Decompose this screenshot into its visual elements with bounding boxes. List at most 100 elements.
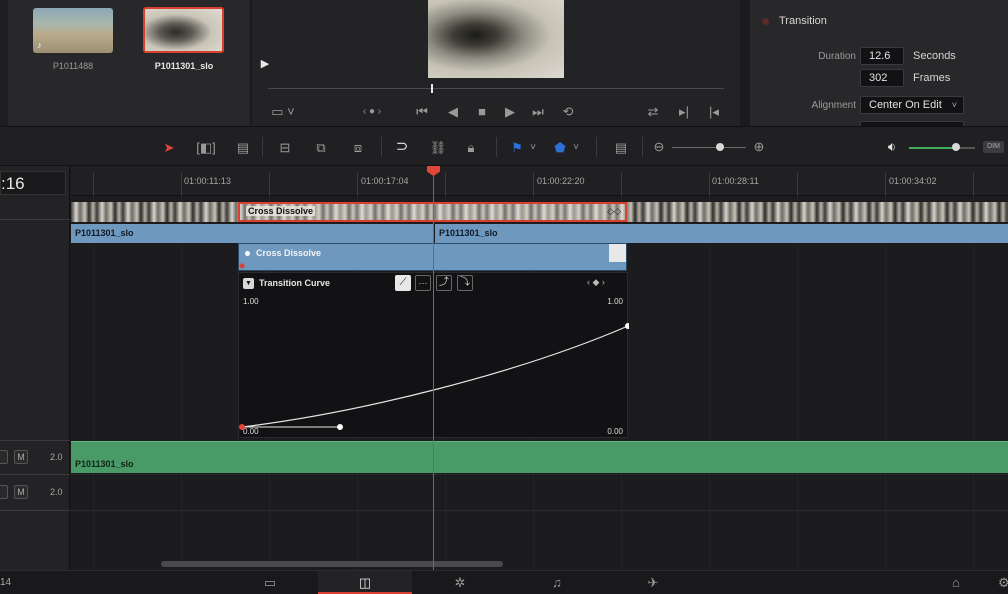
marker-icon[interactable]: ⬟ xyxy=(553,140,567,156)
inspector-section-title: Transition xyxy=(779,15,827,27)
zoom-out-icon[interactable]: ⊖ xyxy=(652,139,666,155)
media-page-icon[interactable]: ▭ xyxy=(262,575,278,591)
timeline-clip-2[interactable]: P1011301_slo xyxy=(435,224,1008,243)
viewer-panel: ▶ ▭ ˅ ‹ ● › ⏮ ◀ ■ ▶ ⏭ ⟲ ⇄ ▸| |◂ xyxy=(252,0,740,126)
next-edit-icon[interactable]: ▸| xyxy=(676,104,692,120)
snap-icon[interactable]: ⊃ xyxy=(393,139,411,155)
chevron-down-icon: ˅ xyxy=(951,100,957,110)
ruler-label: 01:00:34:02 xyxy=(889,176,937,186)
prev-edit-icon[interactable]: |◂ xyxy=(706,104,722,120)
music-note-icon: ♪ xyxy=(37,40,42,50)
loop-icon[interactable]: ⟲ xyxy=(560,104,576,120)
duration-label: Duration xyxy=(818,51,856,62)
play-icon[interactable]: ▶ xyxy=(502,104,518,120)
transition-curve-thumb-icon xyxy=(609,244,626,262)
track-separator xyxy=(71,510,1008,511)
mute-button[interactable]: M xyxy=(14,485,28,499)
mute-button[interactable]: M xyxy=(14,450,28,464)
timecode-text: :16 xyxy=(1,174,25,193)
timecode-display: :16 xyxy=(0,171,66,195)
timeline-ruler[interactable]: 01:00:11:13 01:00:17:04 01:00:22:20 01:0… xyxy=(71,166,1008,196)
track-header-divider xyxy=(0,510,70,511)
duration-frames-field[interactable]: 302 xyxy=(860,69,904,87)
transition-curve-line xyxy=(241,325,629,428)
crop-icon[interactable]: ▭ ˅ xyxy=(268,104,298,120)
jog-icon[interactable]: ‹ ● › xyxy=(352,104,392,120)
media-thumb-label-selected: P1011301_slo xyxy=(154,61,214,71)
track-height-icon[interactable]: ▤ xyxy=(610,140,632,156)
ruler-tick xyxy=(621,172,622,196)
zoom-in-icon[interactable]: ⊕ xyxy=(752,139,766,155)
audio-clip-name: P1011301_slo xyxy=(75,459,134,469)
transition-curve-graph[interactable] xyxy=(239,273,629,439)
scrubber-track[interactable] xyxy=(268,88,724,89)
settings-icon[interactable]: ⚙ xyxy=(998,575,1008,591)
track-header-divider xyxy=(0,219,70,220)
audio-track-clip[interactable]: P1011301_slo xyxy=(71,441,1008,473)
lock-icon[interactable]: 🔒︎ xyxy=(462,140,480,156)
insert-icon[interactable]: ⊟ xyxy=(272,140,298,156)
color-page-icon[interactable]: ✲ xyxy=(452,575,468,591)
ruler-tick xyxy=(269,172,270,196)
alignment-select[interactable]: Center On Edit ˅ xyxy=(860,96,964,114)
play-marker-icon[interactable]: ▶ xyxy=(258,56,272,72)
deliver-page-icon[interactable]: ✈ xyxy=(645,575,661,591)
dim-button[interactable]: DIM xyxy=(983,141,1004,153)
zoom-slider-handle[interactable] xyxy=(716,143,724,151)
select-arrow-icon[interactable]: ➤ xyxy=(162,140,176,156)
ruler-tick xyxy=(709,172,710,196)
link-icon[interactable]: ⛓ xyxy=(429,140,447,156)
home-icon[interactable]: ⌂ xyxy=(948,575,964,591)
duration-seconds-unit: Seconds xyxy=(913,50,956,62)
match-frame-icon[interactable]: ⇄ xyxy=(645,104,661,120)
timeline-body: 01:00:11:13 01:00:17:04 01:00:22:20 01:0… xyxy=(71,166,1008,570)
duration-frames-unit: Frames xyxy=(913,72,951,84)
volume-slider-fill[interactable] xyxy=(909,147,955,149)
timeline-scrollbar[interactable] xyxy=(161,561,503,567)
track-header-divider xyxy=(0,474,70,475)
replace-icon[interactable]: ⧈ xyxy=(346,140,370,156)
ruler-tick xyxy=(93,172,94,196)
timeline-grid-line xyxy=(181,196,182,570)
toolbar-separator xyxy=(596,137,597,157)
solo-button[interactable] xyxy=(0,485,8,499)
duration-seconds-field[interactable]: 12.6 xyxy=(860,47,904,65)
step-back-icon[interactable]: ◀ xyxy=(445,104,461,120)
playhead-line[interactable] xyxy=(433,166,434,570)
keyframe-icon: ◇◇ xyxy=(607,206,621,216)
fairlight-page-icon[interactable]: ♫ xyxy=(549,575,565,591)
trim-icon[interactable]: [◧] xyxy=(194,140,218,156)
media-thumb-p1011488[interactable]: ♪ xyxy=(33,8,113,53)
video-transition-label: Cross Dissolve xyxy=(246,206,316,216)
timeline-grid-line xyxy=(709,196,710,570)
audio-transition-label: Cross Dissolve xyxy=(256,248,322,258)
volume-slider-handle[interactable] xyxy=(952,143,960,151)
alignment-label: Alignment xyxy=(811,100,856,111)
timeline-grid-line xyxy=(797,196,798,570)
skip-forward-icon[interactable]: ⏭ xyxy=(530,104,546,120)
zoom-slider-track[interactable] xyxy=(672,147,746,148)
curve-start-keyframe xyxy=(239,424,245,430)
flag-icon[interactable]: ⚑ xyxy=(510,140,524,156)
bezier-handle-point xyxy=(337,424,343,430)
blade-icon[interactable]: ▤ xyxy=(232,140,254,156)
timeline-clip-1[interactable]: P1011301_slo xyxy=(71,224,434,243)
skip-back-icon[interactable]: ⏮ xyxy=(414,104,430,120)
ruler-label: 01:00:17:04 xyxy=(361,176,409,186)
toolbar-separator xyxy=(642,137,643,157)
timeline-grid-line xyxy=(885,196,886,570)
overwrite-icon[interactable]: ⧉ xyxy=(312,140,330,156)
volume-icon[interactable]: 🔉︎ xyxy=(884,139,900,155)
footer-number: 14 xyxy=(0,577,12,588)
chevron-down-icon[interactable]: ˅ xyxy=(571,140,581,156)
alignment-value: Center On Edit xyxy=(869,99,942,111)
solo-button[interactable] xyxy=(0,450,8,464)
scrubber-handle[interactable] xyxy=(431,84,433,93)
inspector-panel: Transition Duration 12.6 Seconds 302 Fra… xyxy=(750,0,1008,126)
timeline-toolbar: ➤ [◧] ▤ ⊟ ⧉ ⧈ ⊃ ⛓ 🔒︎ ⚑ ˅ ⬟ ˅ ▤ ⊖ ⊕ 🔉︎ DI… xyxy=(0,126,1008,166)
stop-icon[interactable]: ■ xyxy=(474,104,490,120)
track-header-divider xyxy=(0,440,70,441)
ruler-tick xyxy=(181,172,182,196)
chevron-down-icon[interactable]: ˅ xyxy=(528,140,538,156)
media-thumb-p1011301-slo[interactable] xyxy=(143,7,224,53)
